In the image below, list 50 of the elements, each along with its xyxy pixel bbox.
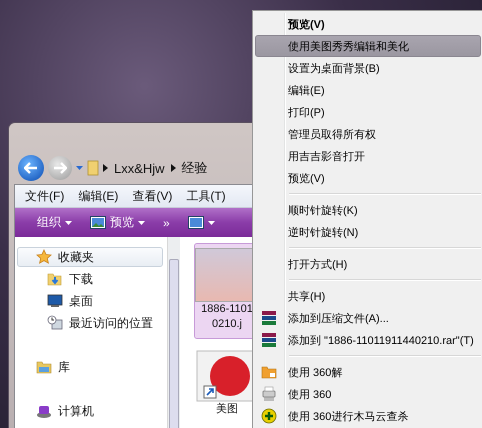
caret-icon (208, 220, 215, 224)
folder-icon (87, 160, 99, 176)
menu-item[interactable]: 用吉吉影音打开 (255, 145, 481, 167)
menu-bar-item[interactable]: 编辑(E) (78, 188, 118, 204)
menu-item[interactable]: 使用美图秀秀编辑和美化 (255, 35, 481, 57)
menu-item[interactable]: 逆时针旋转(N) (255, 221, 481, 243)
overflow-button[interactable]: » (159, 214, 174, 232)
menu-item[interactable]: 预览(V) (255, 13, 481, 35)
printer-icon (261, 386, 277, 402)
preview-button[interactable]: 预览 (86, 212, 149, 233)
back-button[interactable] (18, 155, 44, 181)
menu-item[interactable]: 打印(P) (255, 101, 481, 123)
history-dropdown[interactable] (76, 166, 83, 170)
scrollbar[interactable] (167, 237, 180, 428)
folder-download-icon (47, 271, 63, 287)
clock-computer-icon (47, 315, 63, 331)
nav-item[interactable]: 库 (17, 357, 163, 377)
caret-icon (138, 220, 145, 224)
nav-item[interactable]: 最近访问的位置 (17, 313, 163, 333)
nav-item[interactable]: 桌面 (17, 291, 163, 311)
caret-icon (76, 166, 83, 170)
picture-icon (90, 216, 106, 229)
menu-bar-item[interactable]: 工具(T) (186, 188, 226, 204)
breadcrumb-item[interactable]: Lxx&Hjw (112, 160, 167, 176)
organize-button[interactable]: 组织 (33, 212, 76, 233)
nav-item[interactable]: 计算机 (17, 401, 163, 421)
menu-bar-item[interactable]: 文件(F) (25, 188, 64, 204)
nav-item[interactable]: 收藏夹 (17, 247, 163, 267)
nav-item[interactable]: 下载 (17, 269, 163, 289)
breadcrumb-item[interactable]: 经验 (180, 159, 210, 177)
monitor-icon (47, 293, 63, 309)
books-stack-icon (261, 310, 277, 326)
library-folder-icon (36, 359, 52, 375)
arrow-left-icon (24, 162, 38, 174)
computer-icon (36, 403, 52, 419)
arrow-right-icon (53, 162, 67, 174)
books-stack-icon (261, 332, 277, 348)
plus-circle-icon (261, 408, 277, 424)
menu-bar-item[interactable]: 查看(V) (132, 188, 172, 204)
star-icon (36, 249, 52, 265)
chevron-right-icon (170, 164, 176, 172)
caret-icon (65, 220, 72, 224)
menu-item[interactable]: 顺时针旋转(K) (255, 199, 481, 221)
chevron-right-icon (103, 164, 108, 172)
menu-item[interactable]: 预览(V) (255, 167, 481, 189)
menu-item[interactable]: 编辑(E) (255, 79, 481, 101)
menu-item[interactable]: 设置为桌面背景(B) (255, 57, 481, 79)
menu-item[interactable]: 管理员取得所有权 (255, 123, 481, 145)
folder-icon (261, 364, 277, 380)
picture-icon (188, 216, 204, 229)
